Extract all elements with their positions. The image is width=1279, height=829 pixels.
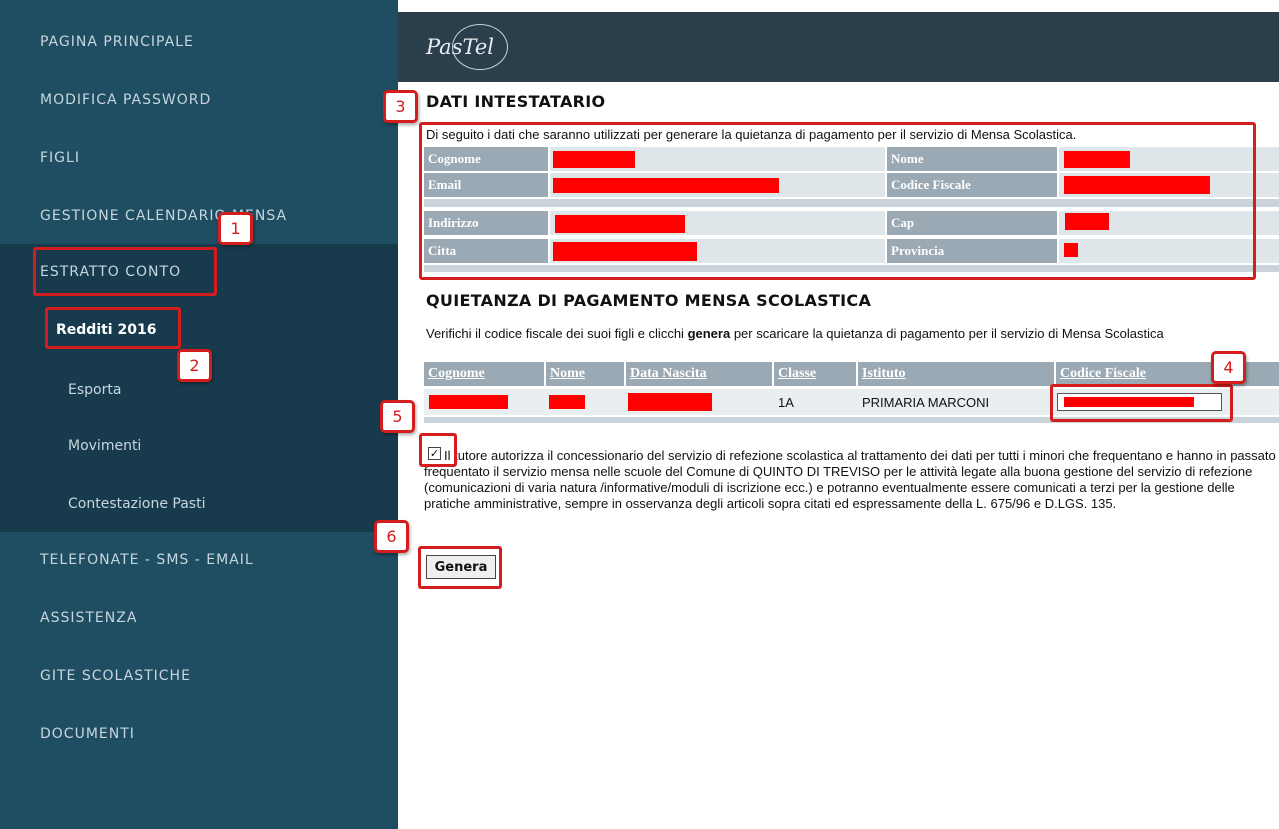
callout-highlight-checkbox [419, 433, 457, 467]
callout-badge-4: 4 [1211, 351, 1246, 384]
callout-highlight-codice-fiscale [1050, 384, 1233, 422]
callout-badge-3: 3 [383, 90, 418, 123]
callout-highlight-estratto-conto [33, 247, 217, 296]
quietanza-instruction: Verifichi il codice fiscale dei suoi fig… [426, 326, 1164, 341]
redacted-child-cognome [429, 395, 508, 409]
quietanza-title: QUIETANZA DI PAGAMENTO MENSA SCOLASTICA [426, 291, 872, 310]
child-classe: 1A [778, 395, 794, 410]
callout-badge-1: 1 [218, 212, 253, 245]
sidebar-item-modifica-password[interactable]: MODIFICA PASSWORD [0, 72, 398, 128]
callout-highlight-dati-intestatario [419, 122, 1256, 280]
top-header: PasTel [398, 12, 1279, 82]
sidebar-item-gestione-calendario-mensa[interactable]: GESTIONE CALENDARIO MENSA [0, 188, 398, 244]
redacted-child-data-nascita [628, 393, 712, 411]
sidebar-item-gite-scolastiche[interactable]: GITE SCOLASTICHE [0, 648, 398, 704]
col-header-classe[interactable]: Classe [774, 362, 856, 386]
child-istituto: PRIMARIA MARCONI [862, 395, 990, 410]
col-header-cognome[interactable]: Cognome [424, 362, 544, 386]
callout-badge-5: 5 [380, 400, 415, 433]
redacted-child-nome [549, 395, 585, 409]
sidebar-subitem-movimenti[interactable]: Movimenti [0, 418, 398, 474]
col-header-istituto[interactable]: Istituto [858, 362, 1054, 386]
sidebar-subitem-contestazione-pasti[interactable]: Contestazione Pasti [0, 476, 398, 532]
sidebar-item-documenti[interactable]: DOCUMENTI [0, 706, 398, 762]
instruction-pre: Verifichi il codice fiscale dei suoi fig… [426, 326, 688, 341]
col-header-data-nascita[interactable]: Data Nascita [626, 362, 772, 386]
consent-text: Il tutore autorizza il concessionario de… [424, 448, 1276, 511]
sidebar-nav: PAGINA PRINCIPALE MODIFICA PASSWORD FIGL… [0, 0, 398, 829]
callout-highlight-redditi-2016 [45, 307, 181, 349]
callout-badge-6: 6 [374, 520, 409, 553]
sidebar-item-assistenza[interactable]: ASSISTENZA [0, 590, 398, 646]
logo-ring-icon [452, 24, 508, 70]
instruction-post: per scaricare la quietanza di pagamento … [730, 326, 1164, 341]
sidebar-item-telefonate-sms-email[interactable]: TELEFONATE - SMS - EMAIL [0, 532, 398, 588]
instruction-bold: genera [687, 326, 731, 341]
pastel-logo[interactable]: PasTel [412, 24, 508, 70]
sidebar-item-pagina-principale[interactable]: PAGINA PRINCIPALE [0, 14, 398, 70]
callout-highlight-genera [418, 546, 502, 589]
col-header-nome[interactable]: Nome [546, 362, 624, 386]
sidebar-item-figli[interactable]: FIGLI [0, 130, 398, 186]
dati-intestatario-title: DATI INTESTATARIO [426, 92, 606, 111]
callout-badge-2: 2 [177, 349, 212, 382]
